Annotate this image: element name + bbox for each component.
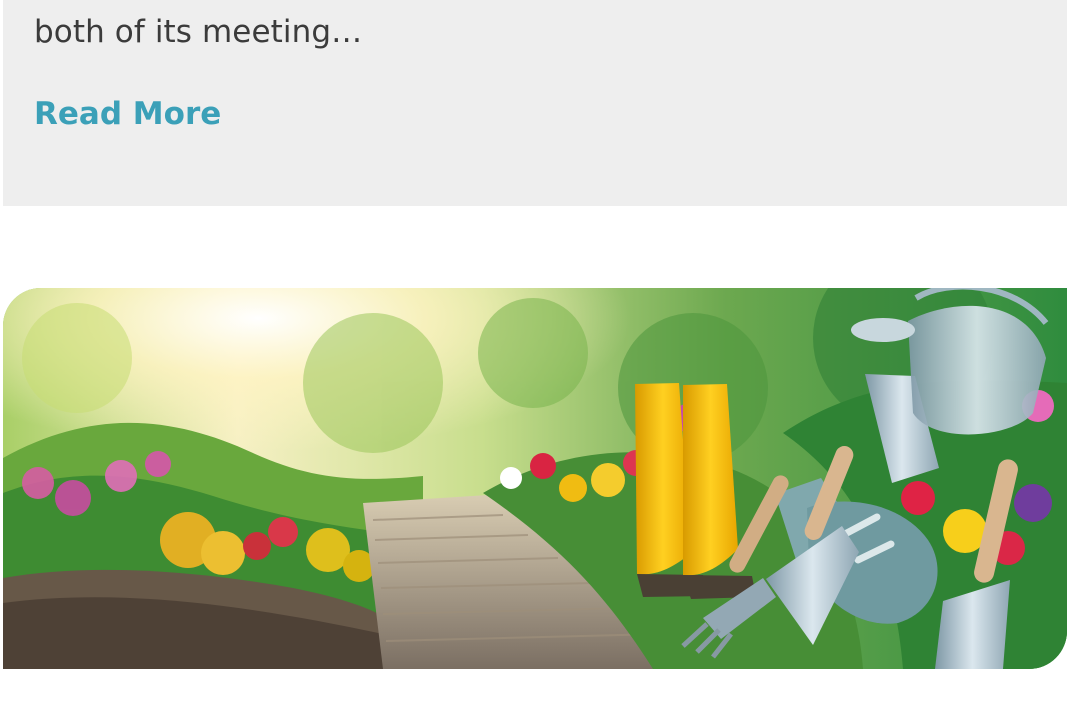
garden-image <box>3 288 1067 669</box>
article-card: both of its meeting… Read More <box>3 0 1067 206</box>
article-featured-image[interactable] <box>3 288 1067 669</box>
blog-list-page: both of its meeting… Read More <box>0 0 1068 705</box>
article-excerpt: both of its meeting… <box>34 14 363 50</box>
read-more-link[interactable]: Read More <box>34 94 221 134</box>
